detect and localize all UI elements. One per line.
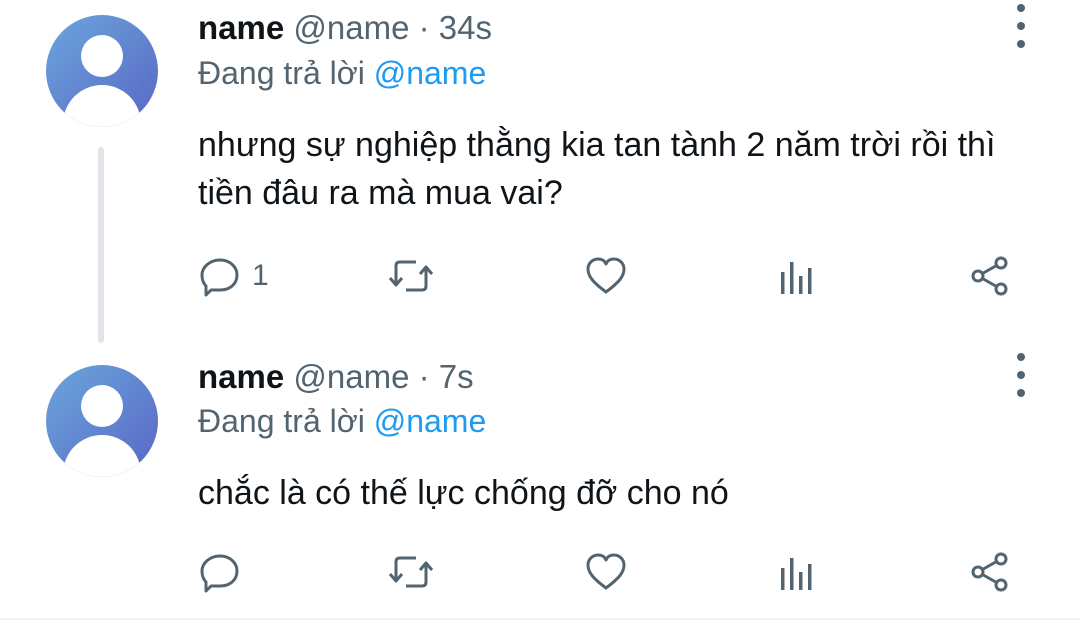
views-button[interactable] [776,550,816,594]
avatar[interactable] [46,365,158,477]
tweet-text: chắc là có thế lực chống đỡ cho nó [198,474,729,512]
user-handle[interactable]: @name [293,358,409,395]
more-dot-icon [1017,22,1025,30]
share-icon [971,552,1008,592]
heart-icon [586,553,626,590]
more-options-button[interactable] [1006,353,1036,397]
tweet[interactable]: name @name · 7s Đang trả lời @name chắc … [0,345,1080,620]
tweet-actions: 1 [198,254,1018,298]
views-icon [781,262,812,294]
like-button[interactable] [584,550,628,594]
reply-icon [200,258,239,297]
timestamp[interactable]: 34s [439,9,492,46]
reply-mention-link[interactable]: @name [374,55,487,91]
tweet-actions [198,550,1018,594]
heart-icon [586,257,626,294]
avatar-body-shape [63,85,141,127]
display-name[interactable]: name [198,358,284,395]
retweet-button[interactable] [386,550,436,594]
timestamp[interactable]: 7s [439,358,474,395]
more-options-button[interactable] [1006,4,1036,48]
more-dot-icon [1017,389,1025,397]
retweet-icon [388,260,434,292]
thread-connector-line [98,147,104,343]
more-dot-icon [1017,4,1025,12]
views-icon [781,558,812,590]
share-button[interactable] [968,550,1012,594]
tweet[interactable]: name @name · 34s Đang trả lời @name nhưn… [0,0,1080,345]
display-name[interactable]: name [198,9,284,46]
reply-button[interactable]: 1 [198,254,269,298]
avatar-body-shape [63,435,141,477]
replying-to: Đang trả lời @name [198,53,486,93]
replying-to: Đang trả lời @name [198,401,486,441]
more-dot-icon [1017,353,1025,361]
user-handle[interactable]: @name [293,9,409,46]
tweet-header: name @name · 34s [198,8,492,48]
avatar-head-shape [81,35,123,77]
reply-button[interactable] [198,550,252,594]
views-button[interactable] [776,254,816,298]
reply-mention-link[interactable]: @name [374,403,487,439]
avatar[interactable] [46,15,158,127]
replying-to-label: Đang trả lời [198,55,365,91]
reply-icon [200,554,239,593]
tweet-text: nhưng sự nghiệp thằng kia tan tành 2 năm… [198,126,996,212]
separator-dot: · [418,358,430,395]
separator-dot: · [418,9,430,46]
more-dot-icon [1017,371,1025,379]
replying-to-label: Đang trả lời [198,403,365,439]
retweet-icon [388,556,434,588]
avatar-head-shape [81,385,123,427]
tweet-header: name @name · 7s [198,357,474,397]
like-button[interactable] [584,254,628,298]
retweet-button[interactable] [386,254,436,298]
more-dot-icon [1017,40,1025,48]
reply-count: 1 [252,259,269,292]
share-button[interactable] [968,254,1012,298]
divider [0,618,1080,620]
share-icon [971,256,1008,296]
